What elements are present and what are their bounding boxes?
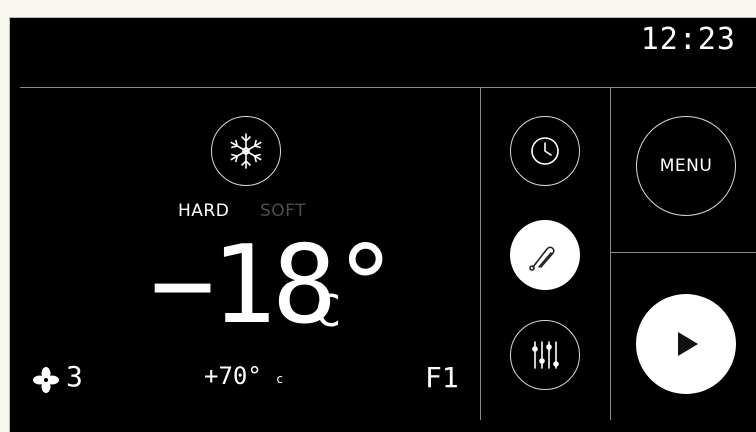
program-label[interactable]: F1	[425, 361, 459, 394]
probe-icon	[529, 246, 555, 271]
menu-label: MENU	[659, 156, 713, 176]
header-divider	[20, 87, 756, 88]
timer-button[interactable]	[510, 116, 580, 186]
probe-button[interactable]	[510, 220, 580, 290]
probe-temperature-value: +70°	[204, 362, 262, 390]
temperature-unit: C	[315, 286, 342, 337]
play-icon	[678, 332, 698, 356]
start-button[interactable]	[636, 294, 736, 394]
temperature-readout: −18°	[150, 223, 398, 348]
fan-speed-value: 3	[66, 360, 83, 393]
hard-mode-label[interactable]: HARD	[178, 201, 229, 221]
fan-speed-control[interactable]: 3	[32, 360, 102, 396]
probe-temperature[interactable]: +70° c	[204, 362, 294, 396]
right-column-divider	[610, 88, 611, 420]
soft-mode-label[interactable]: SOFT	[260, 201, 306, 221]
left-column-divider	[480, 88, 481, 420]
sliders-icon	[532, 341, 559, 369]
snowflake-icon	[230, 133, 262, 169]
fan-icon	[33, 367, 59, 393]
settings-button[interactable]	[510, 320, 580, 390]
clock-icon	[531, 137, 559, 165]
probe-temperature-unit: c	[276, 372, 284, 386]
mode-toggle-button[interactable]	[211, 116, 281, 186]
right-panel-divider	[611, 252, 756, 253]
menu-button[interactable]: MENU	[636, 116, 736, 216]
clock-display: 12:23	[640, 22, 736, 57]
